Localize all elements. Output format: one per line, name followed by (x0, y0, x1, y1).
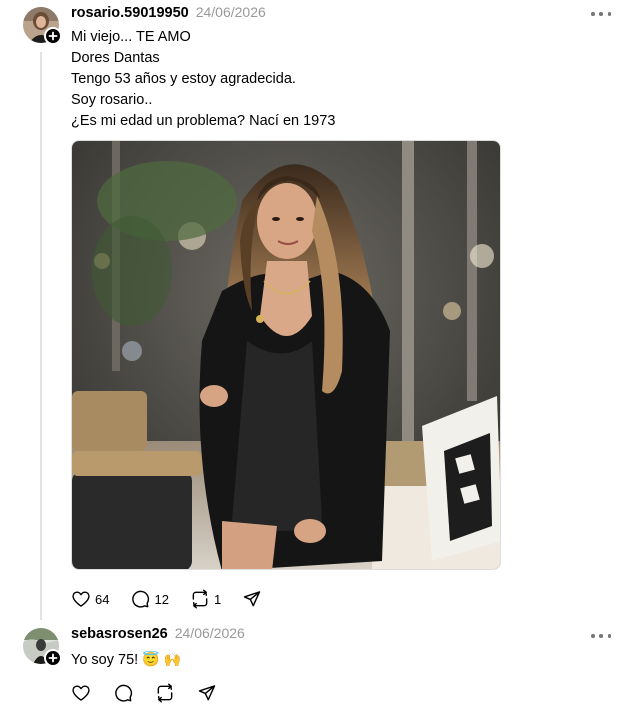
more-dot (607, 12, 611, 16)
reply-more-button[interactable] (591, 629, 611, 643)
repost-count: 1 (213, 591, 222, 607)
share-icon (243, 591, 261, 607)
reply-like-button[interactable] (71, 683, 91, 703)
like-button[interactable]: 64 (71, 589, 109, 609)
post-header: rosario.59019950 24/06/2026 (71, 4, 266, 24)
like-count: 64 (95, 591, 110, 607)
more-dot (599, 634, 603, 638)
heart-icon (72, 591, 90, 607)
reply-header: sebasrosen26 24/06/2026 (71, 625, 245, 645)
post-actions: 64 12 1 (71, 587, 283, 611)
comment-button[interactable]: 12 (130, 589, 169, 609)
more-icon (591, 12, 595, 16)
reply-actions (71, 681, 238, 705)
post-text-line: Soy rosario.. (71, 92, 153, 108)
post-text-line: Mi viejo... TE AMO (71, 29, 191, 45)
reply-text-content: Yo soy 75! (71, 652, 139, 668)
share-icon (198, 685, 216, 701)
repost-button[interactable]: 1 (190, 589, 221, 609)
post-text-line: ¿Es mi edad un problema? Nací en 1973 (71, 113, 336, 129)
follow-plus-button[interactable] (44, 649, 62, 667)
reply-repost-button[interactable] (155, 683, 175, 703)
post-date[interactable]: 24/06/2026 (196, 4, 266, 20)
repost-icon (157, 683, 173, 703)
post-username[interactable]: rosario.59019950 (71, 5, 189, 21)
raised-hands-emoji: 🙌 (163, 651, 182, 667)
reply-text: Yo soy 75! 😇 🙌 (71, 649, 181, 671)
halo-emoji: 😇 (142, 651, 160, 667)
plus-icon (48, 653, 58, 663)
repost-icon (192, 589, 208, 609)
comment-count: 12 (154, 591, 169, 607)
share-button[interactable] (242, 589, 262, 609)
post-more-button[interactable] (591, 7, 611, 21)
more-icon (591, 634, 595, 638)
reply-share-button[interactable] (197, 683, 217, 703)
more-dot (607, 634, 611, 638)
more-dot (599, 12, 603, 16)
plus-icon (48, 31, 58, 41)
post-text-line: Dores Dantas (71, 50, 160, 66)
reply-comment-button[interactable] (113, 683, 133, 703)
reply-date[interactable]: 24/06/2026 (175, 625, 245, 641)
reply-username[interactable]: sebasrosen26 (71, 626, 168, 642)
follow-plus-button[interactable] (44, 27, 62, 45)
post-text-line: Tengo 53 años y estoy agradecida. (71, 71, 296, 87)
thread-line (40, 52, 42, 620)
post-image[interactable] (71, 140, 501, 570)
post-photo (72, 141, 500, 569)
comment-icon (132, 590, 150, 608)
comment-icon (115, 684, 133, 702)
post-text: Mi viejo... TE AMO Dores Dantas Tengo 53… (71, 27, 335, 132)
heart-icon (72, 685, 90, 701)
